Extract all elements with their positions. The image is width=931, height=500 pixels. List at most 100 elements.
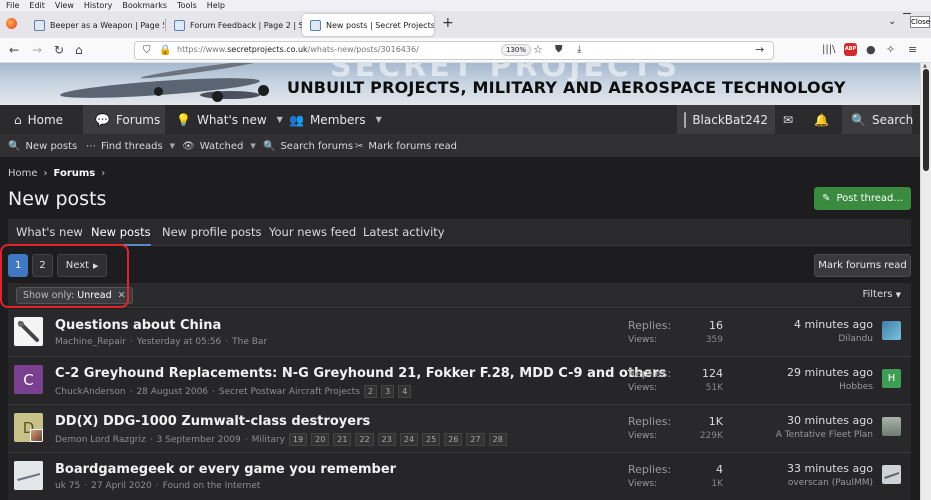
lock-icon[interactable]: 🔒 bbox=[159, 44, 171, 58]
nav-whats-new[interactable]: 💡 What's new ▼ bbox=[176, 105, 283, 134]
last-post-time[interactable]: 30 minutes ago bbox=[776, 414, 873, 427]
subnav-new-posts[interactable]: 🔍 New posts bbox=[8, 134, 77, 158]
breadcrumb-home[interactable]: Home bbox=[8, 168, 38, 179]
thread-page-link[interactable]: 27 bbox=[466, 433, 485, 446]
last-poster-avatar[interactable] bbox=[882, 321, 901, 340]
subnav-find-threads[interactable]: ⋯ Find threads ▼ bbox=[86, 134, 175, 158]
extension-circle-icon[interactable]: ● bbox=[866, 43, 876, 57]
thread-row[interactable]: C C-2 Greyhound Replacements: N-G Greyho… bbox=[8, 357, 911, 405]
thread-forum[interactable]: Found on the Internet bbox=[163, 481, 261, 491]
subnav-mark-forums-read[interactable]: ✂ Mark forums read bbox=[355, 134, 457, 158]
nav-search[interactable]: 🔍 Search bbox=[842, 105, 913, 134]
last-poster-avatar[interactable] bbox=[882, 417, 901, 436]
thread-title[interactable]: Boardgamegeek or every game you remember bbox=[55, 462, 396, 477]
breadcrumb-forums[interactable]: Forums bbox=[54, 168, 96, 179]
chevron-down-icon[interactable]: ▼ bbox=[277, 115, 283, 124]
thread-page-link[interactable]: 2 bbox=[364, 385, 378, 398]
thread-page-link[interactable]: 26 bbox=[444, 433, 463, 446]
thread-author[interactable]: Demon Lord Razgriz bbox=[55, 435, 146, 445]
menu-tools[interactable]: Tools bbox=[177, 0, 197, 11]
menu-file[interactable]: File bbox=[6, 0, 19, 11]
browser-tab-beeper[interactable]: Beeper as a Weapon | Page 5 | S ✕ bbox=[26, 14, 164, 36]
tab-new-posts[interactable]: New posts bbox=[91, 219, 151, 246]
thread-date[interactable]: 28 August 2006 bbox=[136, 387, 208, 397]
home-icon[interactable]: ⌂ bbox=[75, 43, 83, 57]
thread-page-link[interactable]: 20 bbox=[311, 433, 330, 446]
thread-row[interactable]: Boardgamegeek or every game you remember… bbox=[8, 453, 911, 500]
tab-latest-activity[interactable]: Latest activity bbox=[363, 219, 445, 246]
chevron-down-icon[interactable]: ▼ bbox=[376, 115, 382, 124]
adblock-icon[interactable]: ABP bbox=[844, 43, 857, 56]
last-post-time[interactable]: 4 minutes ago bbox=[794, 318, 873, 331]
scrollbar-thumb[interactable] bbox=[923, 69, 929, 171]
back-icon[interactable]: ← bbox=[9, 43, 19, 57]
thread-row[interactable]: Questions about China Machine_Repair · Ye… bbox=[8, 309, 911, 357]
page-scrollbar[interactable]: ▲ bbox=[920, 63, 931, 500]
tab-new-profile-posts[interactable]: New profile posts bbox=[162, 219, 262, 246]
thread-author-avatar[interactable] bbox=[14, 317, 43, 346]
last-poster-avatar[interactable]: H bbox=[882, 369, 901, 388]
thread-title[interactable]: Questions about China bbox=[55, 318, 221, 333]
thread-author-avatar[interactable]: C bbox=[14, 365, 43, 394]
zoom-level[interactable]: 130% bbox=[501, 44, 532, 56]
tab-whats-new[interactable]: What's new bbox=[16, 219, 83, 246]
forward-icon[interactable]: → bbox=[32, 43, 42, 57]
nav-forums[interactable]: 💬 Forums bbox=[83, 105, 165, 134]
nav-members[interactable]: 👥 Members ▼ bbox=[289, 105, 382, 134]
nav-home[interactable]: ⌂ Home bbox=[8, 105, 69, 134]
bookmark-star-icon[interactable]: ☆ bbox=[533, 43, 543, 57]
menu-view[interactable]: View bbox=[55, 0, 74, 11]
nav-alerts[interactable]: 🔔 bbox=[814, 105, 829, 134]
thread-page-link[interactable]: 23 bbox=[377, 433, 396, 446]
last-post-user[interactable]: Dilandu bbox=[794, 334, 873, 344]
browser-tab-new-posts[interactable]: New posts | Secret Projects For ✕ bbox=[302, 14, 434, 36]
download-icon[interactable]: ⤓ bbox=[577, 43, 581, 57]
thread-page-link[interactable]: 24 bbox=[399, 433, 419, 446]
window-close-button[interactable]: Close bbox=[910, 16, 930, 28]
go-arrow-icon[interactable]: → bbox=[755, 43, 764, 57]
last-post-time[interactable]: 29 minutes ago bbox=[787, 366, 873, 379]
last-post-time[interactable]: 33 minutes ago bbox=[787, 462, 873, 475]
library-icon[interactable]: |||\ bbox=[822, 43, 835, 57]
new-tab-icon[interactable]: + bbox=[442, 15, 454, 31]
thread-date[interactable]: Yesterday at 05:56 bbox=[137, 337, 221, 347]
subnav-watched[interactable]: 👁 Watched ▼ bbox=[182, 134, 256, 158]
thread-page-link[interactable]: 22 bbox=[355, 433, 374, 446]
pocket-icon[interactable]: ⛊ bbox=[555, 43, 563, 57]
url-bar[interactable]: ⛉ 🔒 https://www.secretprojects.co.uk/wha… bbox=[134, 41, 774, 60]
mark-forums-read-button[interactable]: Mark forums read bbox=[814, 254, 911, 277]
last-post-user[interactable]: A Tentative Fleet Plan bbox=[776, 430, 873, 440]
nav-user-account[interactable]: BlackBat242 bbox=[677, 105, 775, 134]
thread-author[interactable]: ChuckAnderson bbox=[55, 387, 126, 397]
list-tabs-icon[interactable]: ⌄ bbox=[888, 16, 896, 27]
thread-page-link[interactable]: 4 bbox=[398, 385, 412, 398]
nav-inbox[interactable]: ✉ bbox=[783, 105, 793, 134]
shield-icon[interactable]: ⛉ bbox=[143, 44, 151, 58]
chevron-down-icon[interactable]: ▼ bbox=[250, 142, 255, 150]
chevron-down-icon[interactable]: ▼ bbox=[170, 142, 175, 150]
menu-bookmarks[interactable]: Bookmarks bbox=[122, 0, 167, 11]
browser-tab-forum-feedback[interactable]: Forum Feedback | Page 2 | Secr ✕ bbox=[166, 14, 302, 36]
thread-date[interactable]: 3 September 2009 bbox=[157, 435, 241, 445]
thread-page-link[interactable]: 3 bbox=[381, 385, 395, 398]
thread-forum[interactable]: The Bar bbox=[232, 337, 267, 347]
thread-forum[interactable]: Military bbox=[252, 435, 285, 445]
thread-page-link[interactable]: 25 bbox=[422, 433, 441, 446]
thread-author[interactable]: uk 75 bbox=[55, 481, 80, 491]
thread-page-link[interactable]: 28 bbox=[488, 433, 507, 446]
thread-author[interactable]: Machine_Repair bbox=[55, 337, 126, 347]
thread-author-avatar[interactable]: D bbox=[14, 413, 43, 442]
thread-date[interactable]: 27 April 2020 bbox=[91, 481, 152, 491]
extension-puzzle-icon[interactable]: ✧ bbox=[886, 43, 895, 57]
thread-row[interactable]: D DD(X) DDG-1000 Zumwalt-class destroyer… bbox=[8, 405, 911, 453]
menu-history[interactable]: History bbox=[84, 0, 112, 11]
window-minimize-icon[interactable] bbox=[903, 13, 911, 14]
tab-your-news-feed[interactable]: Your news feed bbox=[269, 219, 356, 246]
thread-page-link[interactable]: 21 bbox=[333, 433, 352, 446]
reload-icon[interactable]: ↻ bbox=[54, 43, 64, 57]
last-post-user[interactable]: overscan (PaulMM) bbox=[787, 478, 873, 488]
thread-page-link[interactable]: 19 bbox=[288, 433, 308, 446]
thread-title[interactable]: C-2 Greyhound Replacements: N-G Greyhoun… bbox=[55, 366, 666, 381]
thread-title[interactable]: DD(X) DDG-1000 Zumwalt-class destroyers bbox=[55, 414, 370, 429]
menu-edit[interactable]: Edit bbox=[29, 0, 45, 11]
